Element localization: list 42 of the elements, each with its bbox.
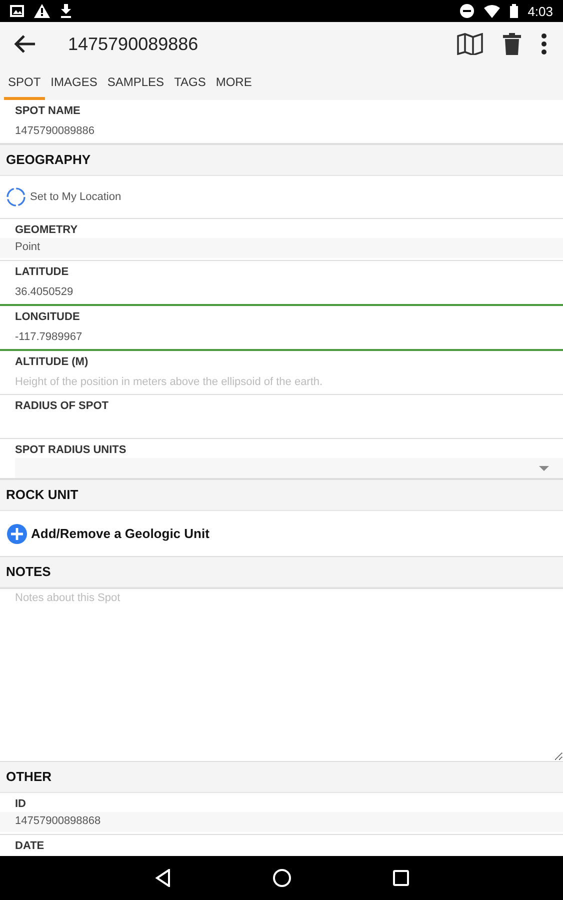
do-not-disturb-icon <box>460 4 474 18</box>
location-target-icon[interactable] <box>6 187 26 207</box>
field-label: ALTITUDE (M) <box>14 355 90 370</box>
field-label: LATITUDE <box>14 265 70 280</box>
warning-icon <box>34 4 50 18</box>
add-geologic-unit-link[interactable]: Add/Remove a Geologic Unit <box>31 526 210 541</box>
field-label: ID <box>14 797 27 812</box>
field-label: DATE <box>14 839 46 854</box>
map-icon[interactable] <box>457 33 483 55</box>
clock: 4:03 <box>528 4 553 18</box>
tab[interactable]: SAMPLES <box>103 66 168 100</box>
tab[interactable]: IMAGES <box>46 66 102 100</box>
section-header: NOTES <box>0 556 563 588</box>
tab[interactable]: SPOT <box>4 66 45 100</box>
dropdown-field[interactable] <box>15 458 563 478</box>
notes-field[interactable]: Notes about this Spot <box>0 588 563 761</box>
dropdown-caret-icon <box>539 466 549 470</box>
field-label: SPOT NAME <box>14 104 82 119</box>
back-arrow-icon[interactable] <box>14 35 36 53</box>
tab[interactable]: TAGS <box>170 66 210 100</box>
toolbar-title: 1475790089886 <box>68 34 200 54</box>
battery-icon <box>510 4 518 18</box>
field-label: LONGITUDE <box>14 310 81 325</box>
download-icon <box>60 4 72 18</box>
field-label: GEOMETRY <box>14 223 79 238</box>
image-icon <box>10 5 24 17</box>
trash-icon[interactable] <box>503 33 521 55</box>
back-icon[interactable] <box>154 869 170 887</box>
tab[interactable]: MORE <box>212 66 256 100</box>
home-icon[interactable] <box>272 869 290 887</box>
section-header: GEOGRAPHY <box>0 144 563 176</box>
recents-icon[interactable] <box>392 870 408 886</box>
wifi-icon <box>484 4 500 18</box>
set-location-link[interactable]: Set to My Location <box>30 191 122 203</box>
section-header: ROCK UNIT <box>0 479 563 511</box>
more-options-icon[interactable] <box>541 33 547 55</box>
field-value: Point <box>0 238 563 258</box>
field-label: RADIUS OF SPOT <box>14 399 110 414</box>
add-icon[interactable] <box>7 524 27 544</box>
section-header: OTHER <box>0 761 563 793</box>
field-value: 14757900898868 <box>0 812 563 832</box>
field-label: SPOT RADIUS UNITS <box>14 443 128 458</box>
